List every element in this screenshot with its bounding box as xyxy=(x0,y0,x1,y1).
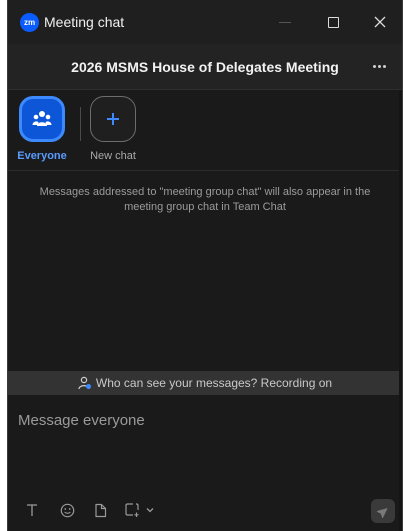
close-button[interactable] xyxy=(365,8,395,36)
everyone-avatar xyxy=(19,96,65,142)
new-chat-button[interactable]: New chat xyxy=(83,96,143,162)
recipient-selector: Everyone New chat xyxy=(8,91,402,171)
emoji-icon xyxy=(60,503,74,517)
recipient-label-new-chat: New chat xyxy=(90,150,136,162)
message-input[interactable] xyxy=(18,405,388,435)
message-composer xyxy=(8,395,402,531)
plus-icon xyxy=(107,113,119,125)
more-options-button[interactable] xyxy=(370,58,388,74)
close-icon xyxy=(374,16,386,28)
group-chat-info: Messages addressed to "meeting group cha… xyxy=(39,186,371,213)
meeting-chat-window: zm Meeting chat 2026 MSMS House of Deleg… xyxy=(7,0,403,531)
minimize-button[interactable] xyxy=(270,8,300,36)
chat-header: 2026 MSMS House of Delegates Meeting xyxy=(8,44,402,90)
text-format-button[interactable] xyxy=(21,499,43,521)
screenshot-icon xyxy=(125,503,139,517)
send-icon xyxy=(376,507,388,518)
send-button[interactable] xyxy=(371,499,395,523)
recipient-divider xyxy=(80,107,81,141)
file-button[interactable] xyxy=(89,499,111,521)
more-dot xyxy=(382,64,386,68)
visibility-text: Who can see your messages? Recording on xyxy=(95,376,333,390)
maximize-icon xyxy=(327,16,339,28)
more-dot xyxy=(377,64,381,68)
emoji-button[interactable] xyxy=(56,499,78,521)
visibility-bar[interactable]: Who can see your messages? Recording on xyxy=(8,371,402,395)
window-scrollbar[interactable] xyxy=(399,90,402,531)
recipient-everyone[interactable]: Everyone xyxy=(11,96,73,162)
message-list[interactable]: Messages addressed to "meeting group cha… xyxy=(8,172,402,371)
recipient-label-everyone: Everyone xyxy=(17,150,67,162)
title-bar: zm Meeting chat xyxy=(8,0,402,44)
maximize-button[interactable] xyxy=(318,8,348,36)
new-chat-circle xyxy=(90,96,136,142)
person-visibility-icon xyxy=(78,376,91,390)
more-tools-button[interactable] xyxy=(139,499,161,521)
more-dot xyxy=(372,64,376,68)
text-format-icon xyxy=(27,504,37,516)
people-icon xyxy=(32,111,52,126)
zoom-logo-icon: zm xyxy=(20,13,39,32)
meeting-title: 2026 MSMS House of Delegates Meeting xyxy=(71,59,339,75)
chevron-down-icon xyxy=(146,508,154,513)
minimize-icon xyxy=(279,21,291,23)
file-icon xyxy=(94,503,106,517)
window-title: Meeting chat xyxy=(44,14,125,30)
